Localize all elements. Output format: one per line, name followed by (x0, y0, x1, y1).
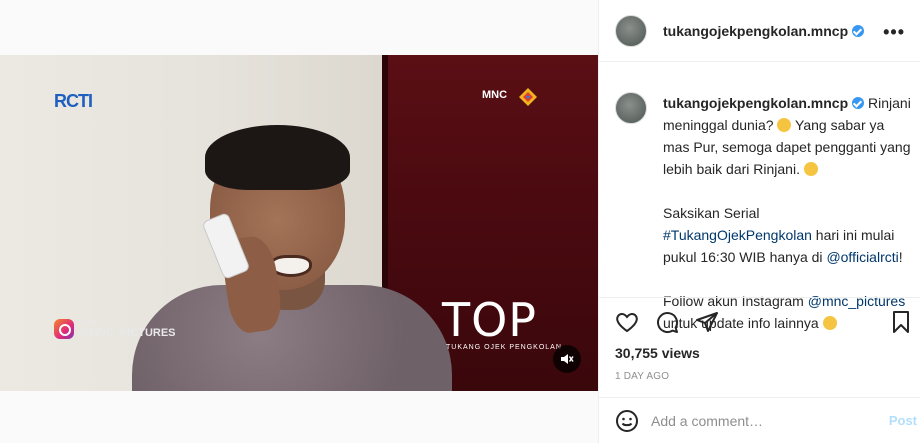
video-person-hair (205, 125, 350, 190)
post-side-panel: tukangojekpengkolan.mncp ••• tukangojekp… (598, 0, 920, 443)
instagram-post-view: RCTI MNC Follow @MNC_PICTURES TOP TUKANG… (0, 0, 920, 443)
mention-mnc-link[interactable]: @mnc_pictures (808, 293, 905, 309)
media-area: RCTI MNC Follow @MNC_PICTURES TOP TUKANG… (0, 0, 598, 443)
caption-avatar[interactable] (615, 92, 647, 124)
caption-p3-a: Follow akun Instagram (663, 293, 808, 309)
follow-handle-text: @MNC_PICTURES (78, 327, 176, 339)
post-comment-button[interactable]: Post (889, 413, 917, 428)
comment-bar: Post (599, 397, 920, 443)
actions-bar: 30,755 views 1 DAY AGO (599, 297, 920, 382)
mention-rcti-link[interactable]: @officialrcti (826, 249, 898, 265)
rcti-logo: RCTI (54, 91, 93, 111)
verified-icon (852, 97, 865, 109)
post-header: tukangojekpengkolan.mncp ••• (599, 0, 920, 62)
avatar[interactable] (615, 14, 647, 47)
mute-icon (561, 354, 574, 364)
smile-icon[interactable] (615, 409, 639, 433)
video-player[interactable]: RCTI MNC Follow @MNC_PICTURES TOP TUKANG… (0, 55, 598, 391)
mnc-logo: MNC (482, 89, 508, 101)
crying-emoji-icon (777, 118, 792, 132)
view-count[interactable]: 30,755 views (615, 345, 700, 361)
hashtag-link[interactable]: #TukangOjekPengkolan (663, 227, 812, 243)
caption-p2-c: ! (898, 249, 903, 265)
more-icon[interactable]: ••• (883, 22, 905, 43)
share-icon[interactable] (695, 310, 719, 334)
follow-small-text: Follow (78, 319, 99, 326)
sad-emoji-icon (803, 162, 818, 176)
comment-icon[interactable] (655, 310, 679, 334)
bookmark-icon[interactable] (889, 310, 913, 334)
comment-input[interactable] (651, 412, 851, 429)
header-username[interactable]: tukangojekpengkolan.mncp (663, 23, 865, 39)
caption-username[interactable]: tukangojekpengkolan.mncp (663, 95, 848, 111)
hug-emoji-icon (822, 316, 837, 330)
header-username-text[interactable]: tukangojekpengkolan.mncp (663, 23, 848, 39)
verified-icon (852, 24, 865, 37)
show-title-sub: TUKANG OJEK PENGKOLAN (446, 344, 562, 351)
heart-icon[interactable] (615, 310, 639, 334)
caption-p2-a: Saksikan Serial (663, 205, 760, 221)
action-icons (615, 310, 719, 334)
show-title-big: TOP (442, 293, 538, 347)
video-follow-watermark: Follow @MNC_PICTURES (54, 318, 176, 339)
post-timestamp[interactable]: 1 DAY AGO (615, 371, 669, 382)
mute-button[interactable] (553, 345, 581, 373)
mnc-logo-icon (519, 88, 537, 106)
instagram-icon (54, 318, 74, 339)
